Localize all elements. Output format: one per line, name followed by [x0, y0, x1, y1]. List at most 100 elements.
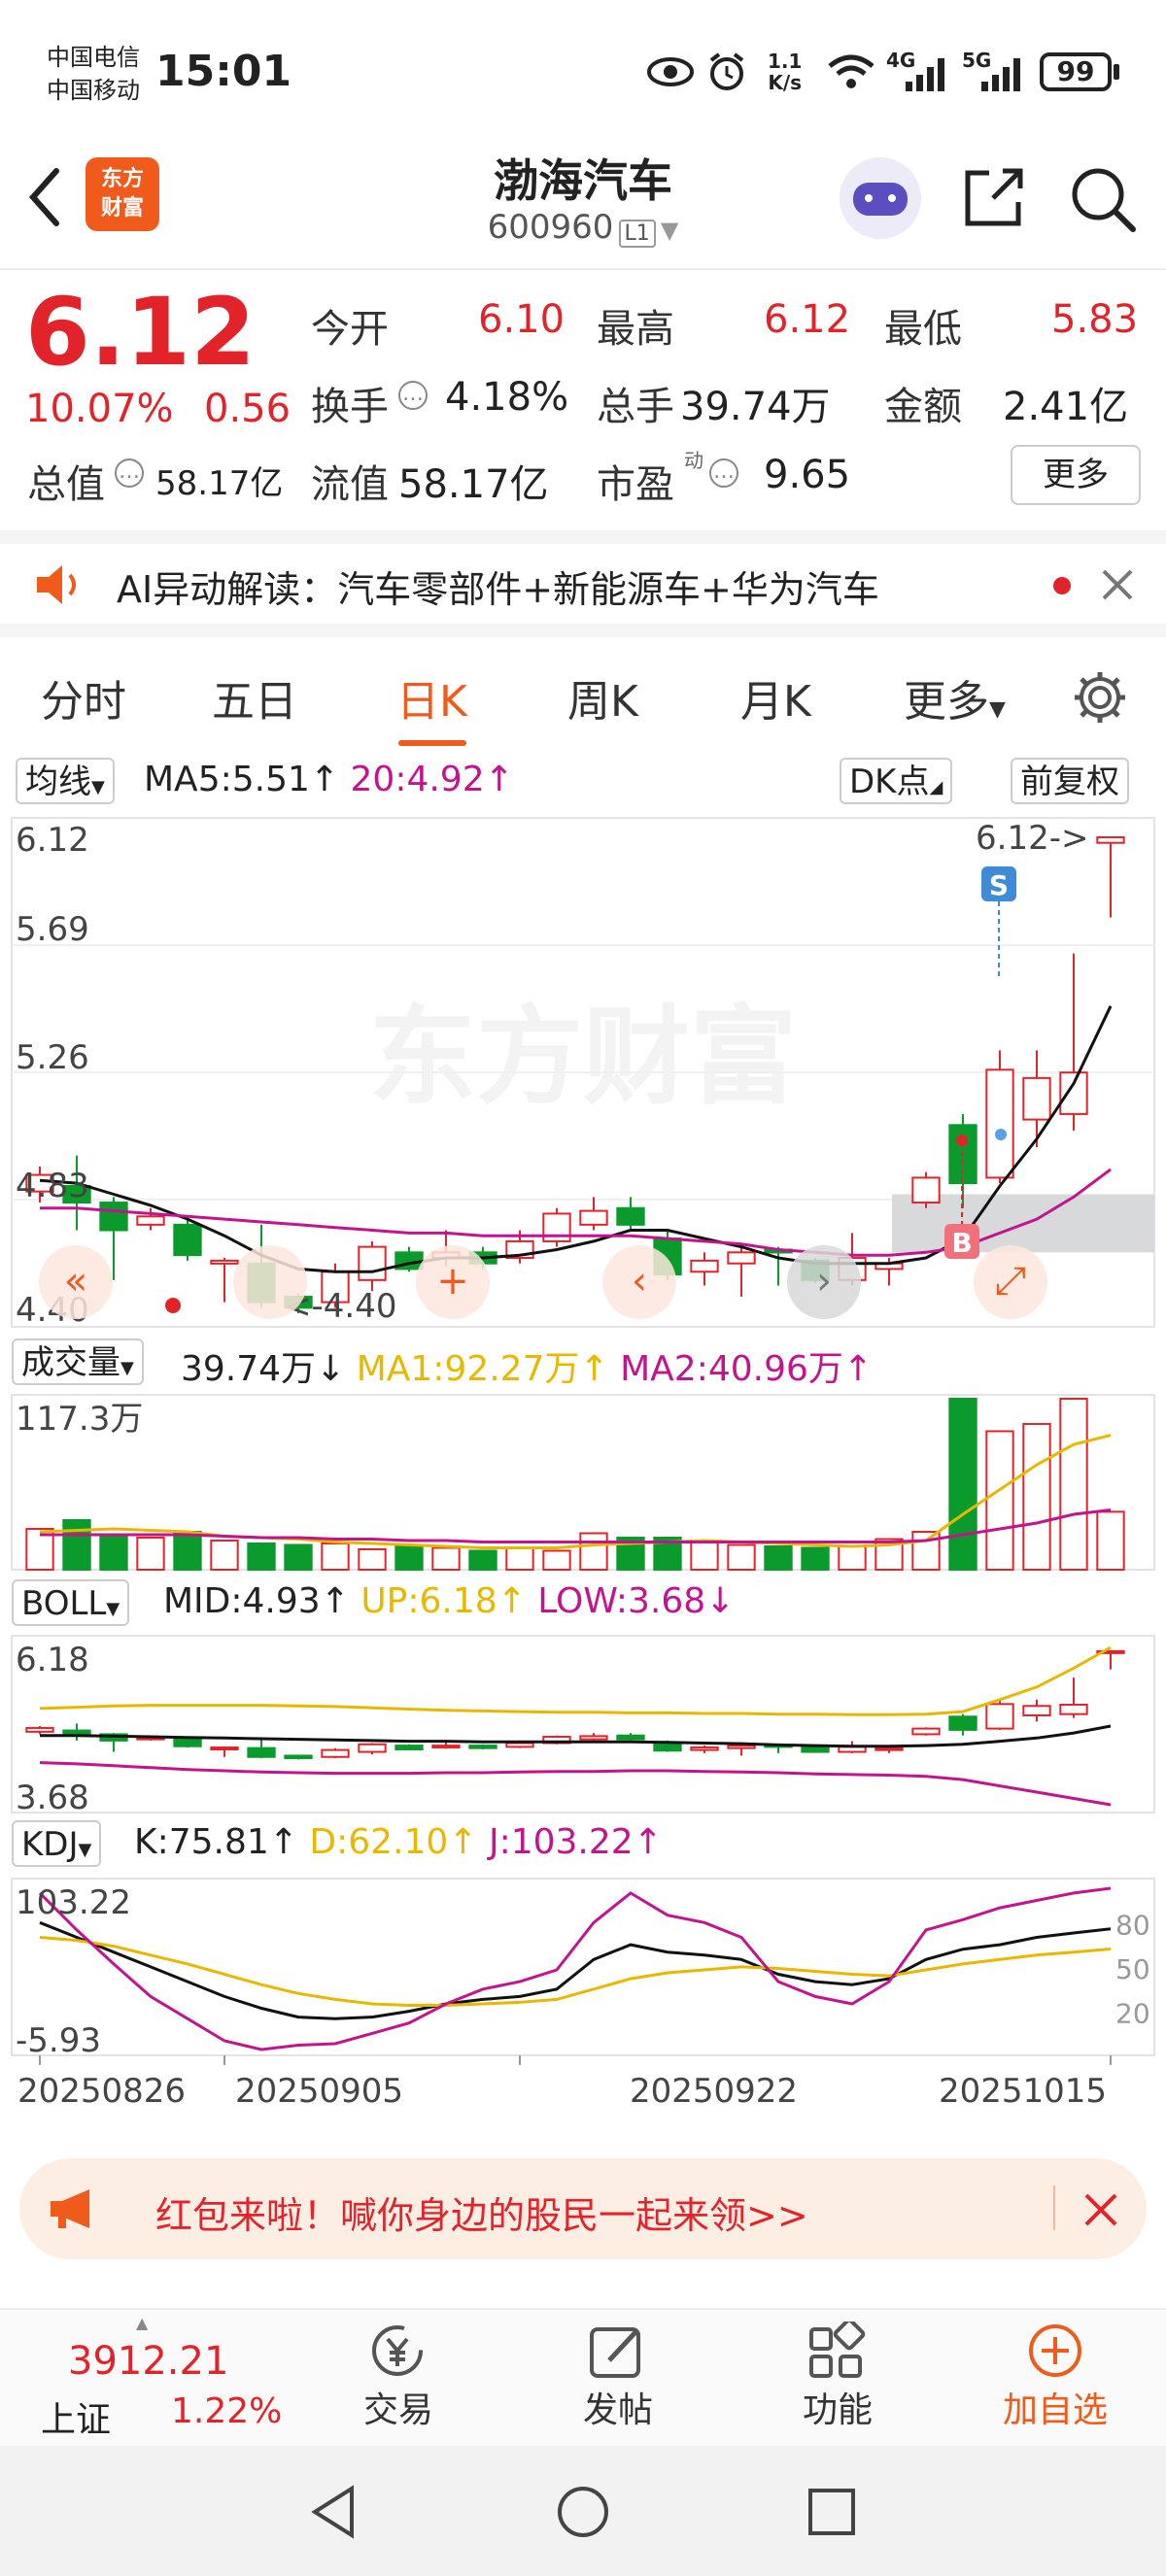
net-speed-unit: K/s [768, 71, 803, 94]
candle-body [99, 1202, 128, 1232]
dk-point-button[interactable]: DK点◢ [840, 758, 953, 804]
caret-down-icon: ▼ [78, 1840, 92, 1860]
trade-button[interactable]: 交易 [340, 2322, 457, 2432]
nav-home-icon[interactable] [554, 2483, 612, 2541]
volume-bar [468, 1549, 497, 1571]
kline-chart[interactable]: 东方财富 6.125.695.264.834.406.12-><-4.40SB«… [0, 812, 1166, 2143]
kdj-readout: K:75.81↑ D:62.10↑ J:103.22↑ [134, 1822, 663, 1862]
nav-back-icon[interactable] [307, 2483, 361, 2541]
nav-recents-icon[interactable] [805, 2485, 859, 2539]
search-icon[interactable] [1067, 163, 1139, 235]
add-watchlist-button[interactable]: 加自选 [987, 2322, 1123, 2432]
ai-robot-avatar[interactable] [840, 157, 921, 239]
high-label: 最高 [597, 307, 674, 352]
settings-gear-icon[interactable] [1071, 668, 1129, 727]
unread-dot [1053, 577, 1071, 594]
caret-icon: ◢ [929, 777, 943, 797]
candle-body [690, 1259, 719, 1273]
boll-candle-body [874, 1746, 904, 1751]
price-axis-label: 4.83 [16, 1167, 89, 1205]
volume-bar [1096, 1510, 1125, 1571]
date-label: 20250922 [630, 2072, 798, 2111]
candle-body [210, 1259, 239, 1265]
kdj-indicator-select[interactable]: KDJ▼ [12, 1820, 102, 1867]
volume-bar [284, 1543, 313, 1571]
boll-low: LOW:3.68 [537, 1581, 706, 1621]
more-button[interactable]: 更多 [1011, 445, 1141, 505]
low-value: 5.83 [1051, 297, 1139, 342]
restore-select[interactable]: 前复权 [1011, 758, 1129, 804]
kdj-axis-top: 103.22 [16, 1883, 131, 1922]
current-price: 6.12 [25, 278, 256, 387]
volume-bar [62, 1518, 91, 1572]
scroll-left-fast-icon[interactable]: « [39, 1245, 113, 1319]
index-name: 上证 [41, 2400, 112, 2440]
volume-bar [210, 1539, 239, 1571]
boll-axis-top: 6.18 [16, 1641, 89, 1679]
volume-bar [394, 1544, 424, 1571]
banner-divider [1053, 2186, 1055, 2230]
high-value: 6.12 [764, 297, 851, 342]
turnover-label: 换手 [311, 385, 389, 429]
kdj-k-line [39, 1920, 1112, 2020]
arrow-down-icon: ↓ [316, 1349, 346, 1389]
boll-candle-body [579, 1735, 608, 1741]
volume-bar [1059, 1398, 1088, 1571]
share-icon[interactable] [960, 163, 1028, 231]
boll-candle-body [284, 1754, 313, 1760]
boll-candle-body [1059, 1703, 1088, 1715]
price-axis-label: 6.12 [16, 821, 89, 860]
zoom-in-icon[interactable]: + [416, 1245, 490, 1319]
close-icon[interactable] [1082, 2191, 1119, 2228]
scroll-left-icon[interactable] [233, 1245, 307, 1319]
info-icon[interactable]: … [709, 458, 738, 488]
candle-body [1096, 836, 1125, 844]
volume-bar [911, 1530, 941, 1571]
boll-low-line [39, 1761, 1112, 1807]
next-icon[interactable]: › [787, 1245, 861, 1319]
tab-weekly-k[interactable]: 周K [567, 666, 638, 729]
volume-indicator-select[interactable]: 成交量▼ [12, 1339, 144, 1385]
active-tab-indicator [398, 740, 466, 746]
functions-label: 功能 [802, 2390, 873, 2430]
tab-more[interactable]: 更多▼ [904, 666, 1006, 729]
net-speed: 1.1 K/s [768, 51, 802, 93]
info-icon[interactable]: … [398, 381, 428, 410]
tab-monthly-k[interactable]: 月K [740, 666, 811, 729]
tab-daily-k[interactable]: 日K [396, 666, 467, 729]
ai-insight-bar[interactable]: AI异动解读：汽车零部件+新能源车+华为汽车 [0, 530, 1166, 637]
max-price-annotation: 6.12-> [976, 819, 1088, 858]
kdj-d: D:62.10 [309, 1822, 449, 1862]
tab-five-day[interactable]: 五日 [212, 666, 297, 729]
boll-candle-body [25, 1726, 54, 1733]
boll-indicator-select[interactable]: BOLL▼ [12, 1579, 130, 1626]
caret-down-icon: ▼ [106, 1599, 120, 1619]
boll-candle-body [1022, 1705, 1051, 1716]
functions-button[interactable]: 功能 [779, 2322, 896, 2432]
boll-up-line [39, 1645, 1112, 1716]
volume-bar [764, 1544, 793, 1571]
volume-bar [948, 1398, 977, 1571]
boll-candle-body [948, 1715, 977, 1731]
tab-intraday[interactable]: 分时 [41, 666, 126, 729]
stock-code: 600960 [487, 208, 614, 247]
pe-value: 9.65 [764, 453, 851, 497]
post-button[interactable]: 发帖 [560, 2322, 676, 2432]
panel-frame-boll [11, 1635, 1155, 1813]
volume-readout: 39.74万↓ MA1:92.27万↑ MA2:40.96万↑ [181, 1340, 873, 1391]
redpacket-banner[interactable]: 红包来啦！喊你身边的股民一起来领>> [19, 2158, 1147, 2259]
float-cap-value: 58.17亿 [398, 462, 549, 507]
prev-icon[interactable]: ‹ [602, 1245, 676, 1319]
fullscreen-icon[interactable]: ⤢ [974, 1245, 1047, 1319]
arrow-up-icon: ↑ [633, 1822, 663, 1862]
volume-value: 39.74万 [181, 1349, 317, 1389]
info-icon[interactable]: … [115, 458, 144, 488]
index-value[interactable]: 3912.21 [68, 2339, 228, 2384]
caret-down-icon: ▼ [989, 697, 1006, 722]
indicator-label: 均线 [25, 763, 91, 801]
speaker-icon [37, 565, 76, 604]
grid-apps-icon [809, 2322, 866, 2378]
indicator-select[interactable]: 均线▼ [16, 758, 115, 804]
arrow-down-icon: ↓ [705, 1581, 736, 1621]
close-icon[interactable] [1100, 567, 1135, 602]
